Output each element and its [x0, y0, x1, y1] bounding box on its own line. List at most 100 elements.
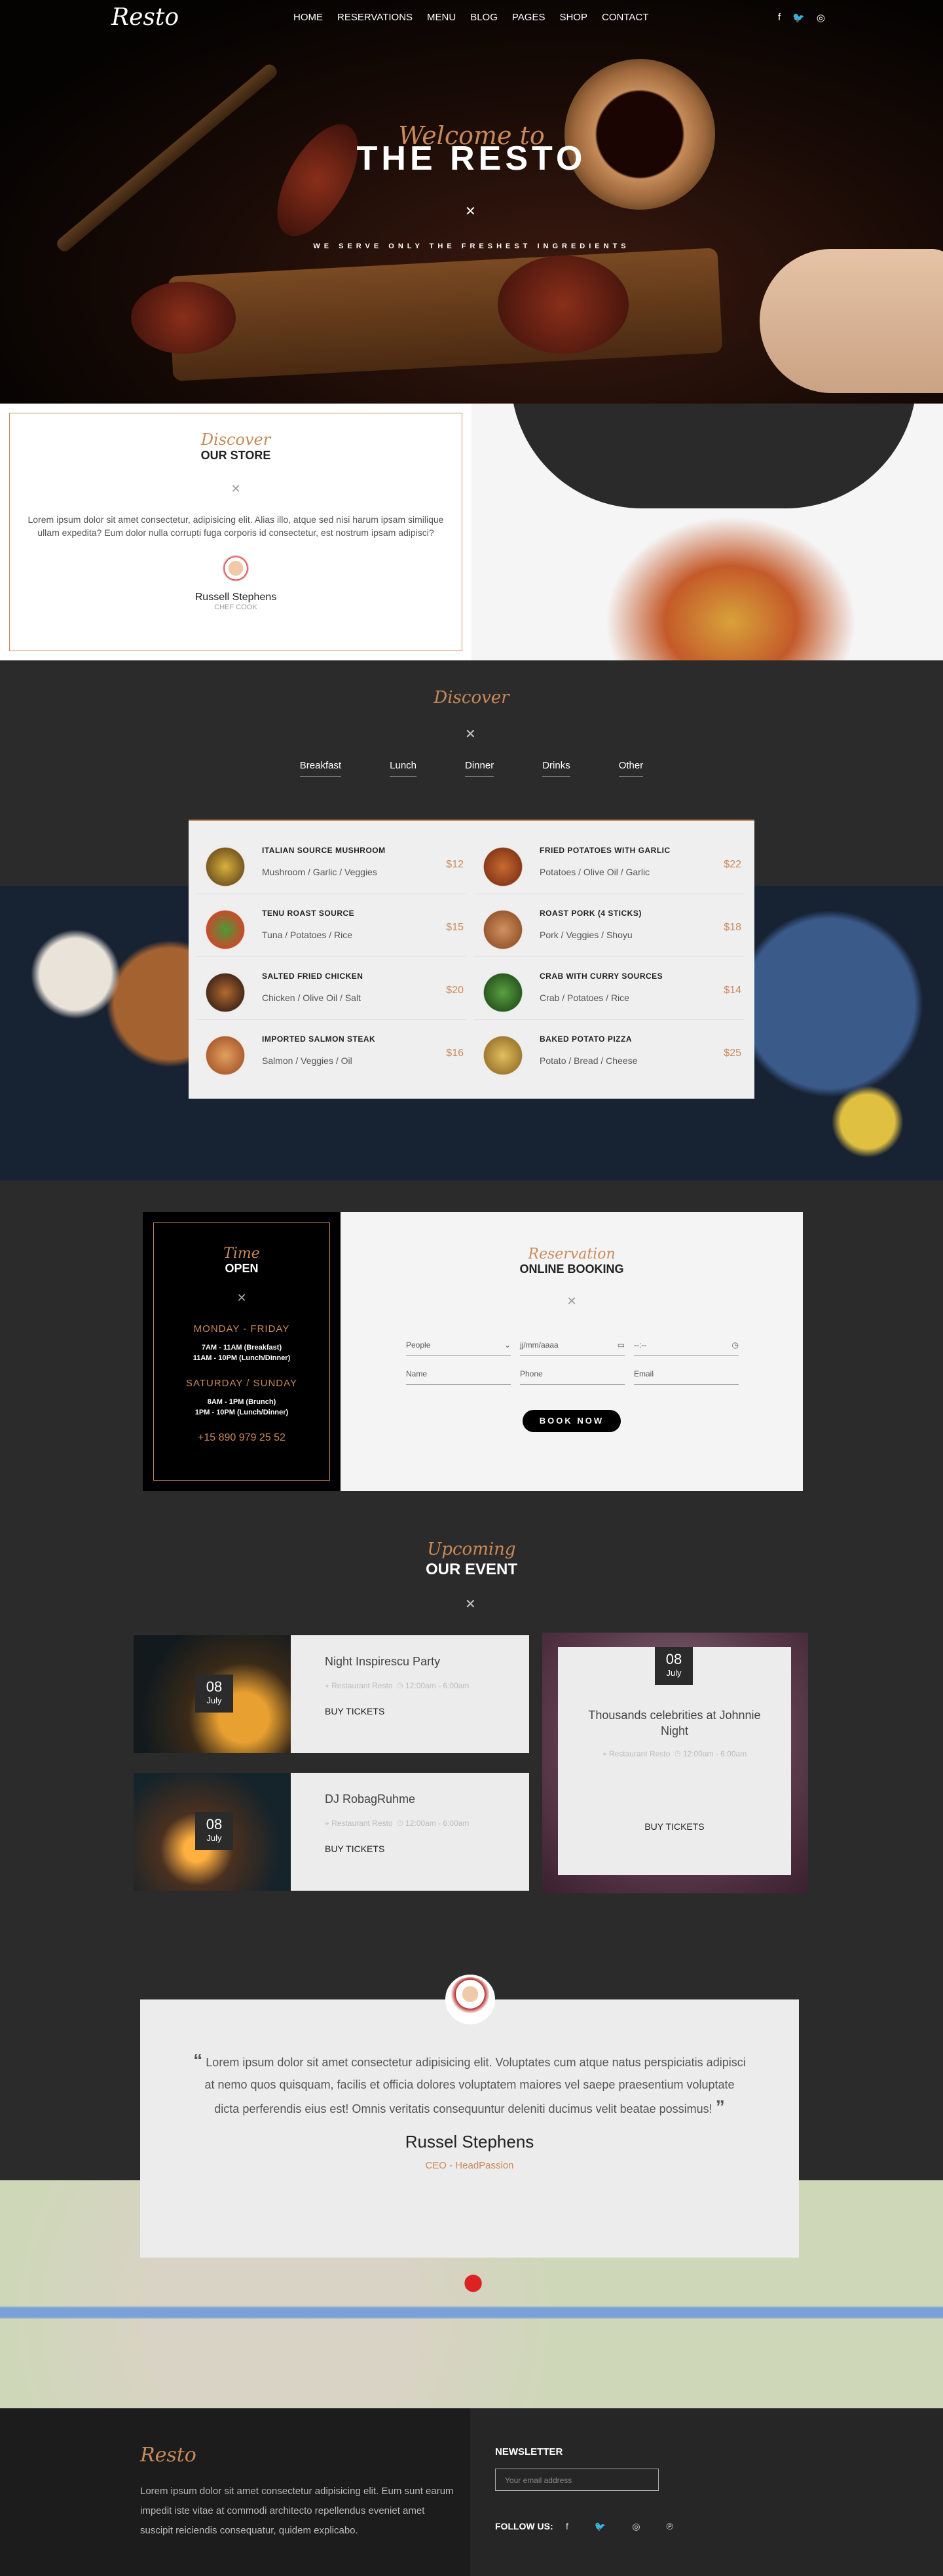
chef-name: Russell Stephens — [194, 592, 277, 603]
menu-item[interactable]: ROAST PORK (4 STICKS) Pork / Veggies / S… — [474, 894, 744, 957]
event-meta: ⌖ Restaurant Resto ◷ 12:00am - 6:00am — [325, 1681, 469, 1691]
store-card: Discover OUR STORE ✕ Lorem ipsum dolor s… — [9, 413, 462, 651]
menu-list: ITALIAN SOURCE MUSHROOM Mushroom / Garli… — [189, 820, 754, 1099]
chevron-down-icon: ⌄ — [504, 1340, 511, 1350]
event-card[interactable]: 08 July DJ RobagRuhme ⌖ Restaurant Resto… — [134, 1773, 529, 1891]
follow-us-label: FOLLOW US: — [495, 2521, 553, 2531]
events-script: Upcoming — [427, 1540, 516, 1559]
nav-item-blog[interactable]: BLOG — [470, 12, 498, 23]
book-now-button[interactable]: BOOK NOW — [523, 1410, 621, 1432]
instagram-icon[interactable]: ◎ — [632, 2521, 640, 2532]
name-input[interactable]: Name — [406, 1369, 511, 1385]
event-time: 12:00am - 6:00am — [682, 1749, 747, 1758]
cutlery-icon: ✕ — [465, 204, 476, 219]
weekend-line: 1PM - 10PM (Lunch/Dinner) — [194, 1409, 289, 1416]
dish-name: FRIED POTATOES WITH GARLIC — [540, 846, 671, 855]
event-card[interactable]: 08 July Night Inspirescu Party ⌖ Restaur… — [134, 1635, 529, 1753]
event-time: 12:00am - 6:00am — [405, 1819, 470, 1828]
logo[interactable]: Resto — [111, 4, 179, 31]
cutlery-icon: ✕ — [465, 727, 476, 742]
instagram-icon[interactable]: ◎ — [817, 12, 825, 24]
people-select[interactable]: People ⌄ — [406, 1340, 511, 1356]
menu-item[interactable]: SALTED FRIED CHICKEN Chicken / Olive Oil… — [196, 957, 466, 1020]
nav-item-pages[interactable]: PAGES — [512, 12, 545, 23]
event-place: Restaurant Resto — [331, 1681, 393, 1690]
twitter-icon[interactable]: 🐦 — [595, 2521, 606, 2532]
menu-item[interactable]: BAKED POTATO PIZZA Potato / Bread / Chee… — [474, 1020, 744, 1083]
buy-tickets-link[interactable]: BUY TICKETS — [558, 1821, 791, 1832]
store-text: Lorem ipsum dolor sit amet consectetur, … — [28, 514, 444, 538]
footer-logo[interactable]: Resto — [140, 2444, 196, 2467]
event-title: Thousands celebrities at Johnnie Night — [588, 1709, 761, 1737]
testimonial-quote: “ Lorem ipsum dolor sit amet consectetur… — [191, 2049, 748, 2120]
event-title: DJ RobagRuhme — [325, 1792, 416, 1806]
menu-item[interactable]: FRIED POTATOES WITH GARLIC Potatoes / Ol… — [474, 831, 744, 894]
tab-drinks[interactable]: Drinks — [542, 760, 570, 777]
chef-plating-image — [472, 404, 943, 660]
dish-price: $25 — [724, 1048, 741, 1059]
time-input[interactable]: --:-- ◷ — [634, 1340, 739, 1356]
booking-script: Reservation — [528, 1246, 616, 1262]
buy-tickets-link[interactable]: BUY TICKETS — [325, 1844, 384, 1854]
event-month: July — [206, 1695, 222, 1705]
phone-input[interactable]: Phone — [520, 1369, 625, 1385]
quote-open-icon: “ — [193, 2050, 203, 2070]
nav-item-reservations[interactable]: RESERVATIONS — [337, 12, 413, 23]
footer-newsletter: NEWSLETTER Your email address FOLLOW US:… — [470, 2408, 943, 2576]
menu-item[interactable]: TENU ROAST SOURCE Tuna / Potatoes / Rice… — [196, 894, 466, 957]
testimonial-card: “ Lorem ipsum dolor sit amet consectetur… — [140, 1999, 799, 2258]
dish-price: $18 — [724, 922, 741, 933]
facebook-icon[interactable]: f — [778, 12, 781, 24]
email-input[interactable]: Email — [634, 1369, 739, 1385]
testimonial-role: CEO - HeadPassion — [425, 2160, 514, 2171]
event-day: 08 — [206, 1678, 223, 1695]
nav-item-home[interactable]: HOME — [293, 12, 323, 23]
newsletter-email-input[interactable]: Your email address — [495, 2469, 659, 2491]
facebook-icon[interactable]: f — [566, 2521, 568, 2532]
buy-tickets-link[interactable]: BUY TICKETS — [325, 1706, 384, 1716]
event-day: 08 — [206, 1816, 223, 1832]
dish-ingredients: Chicken / Olive Oil / Salt — [262, 993, 361, 1003]
dish-image — [481, 970, 525, 1015]
cutting-board-image — [168, 248, 723, 381]
twitter-icon[interactable]: 🐦 — [792, 12, 805, 24]
menu-item[interactable]: CRAB WITH CURRY SOURCES Crab / Potatoes … — [474, 957, 744, 1020]
event-month: July — [206, 1833, 222, 1843]
menu-tabs: Breakfast Lunch Dinner Drinks Other — [0, 760, 943, 777]
clock-icon: ◷ — [731, 1340, 739, 1350]
dish-name: TENU ROAST SOURCE — [262, 909, 355, 918]
dish-image — [481, 907, 525, 952]
date-input[interactable]: jj/mm/aaaa ▭ — [520, 1340, 625, 1356]
dish-price: $15 — [446, 922, 464, 933]
opening-hours-frame: Time OPEN ✕ MONDAY - FRIDAY 7AM - 11AM (… — [153, 1222, 330, 1481]
event-date: 08 July — [195, 1812, 233, 1850]
tab-other[interactable]: Other — [618, 760, 644, 777]
tab-dinner[interactable]: Dinner — [465, 760, 494, 777]
time-placeholder: --:-- — [634, 1340, 647, 1350]
dish-name: ROAST PORK (4 STICKS) — [540, 909, 642, 918]
dish-image — [481, 844, 525, 889]
chef-role: CHEF COOK — [214, 603, 257, 611]
event-card-featured[interactable]: 08 July Thousands celebrities at Johnnie… — [558, 1647, 791, 1875]
newsletter-title: NEWSLETTER — [495, 2446, 563, 2457]
map-pin-icon[interactable]: ⬤ — [464, 2272, 483, 2292]
nav-item-menu[interactable]: MENU — [427, 12, 456, 23]
people-select-value: People — [406, 1340, 431, 1350]
nav-item-shop[interactable]: SHOP — [559, 12, 587, 23]
nav-item-contact[interactable]: CONTACT — [602, 12, 648, 23]
dish-ingredients: Mushroom / Garlic / Veggies — [262, 867, 377, 877]
menu-item[interactable]: ITALIAN SOURCE MUSHROOM Mushroom / Garli… — [196, 831, 466, 894]
dish-ingredients: Tuna / Potatoes / Rice — [262, 930, 352, 940]
cutlery-icon: ✕ — [236, 1291, 247, 1304]
dish-image — [203, 970, 248, 1015]
dish-ingredients: Pork / Veggies / Shoyu — [540, 930, 633, 940]
pinterest-icon[interactable]: ℗ — [667, 2521, 673, 2532]
weekend-label: SATURDAY / SUNDAY — [185, 1378, 298, 1389]
dish-image — [203, 907, 248, 952]
hand-image — [760, 249, 943, 393]
phone-number[interactable]: +15 890 979 25 52 — [154, 1432, 329, 1444]
tab-lunch[interactable]: Lunch — [390, 760, 417, 777]
menu-item[interactable]: IMPORTED SALMON STEAK Salmon / Veggies /… — [196, 1020, 466, 1083]
tab-breakfast[interactable]: Breakfast — [299, 760, 342, 777]
event-month: July — [666, 1668, 682, 1678]
